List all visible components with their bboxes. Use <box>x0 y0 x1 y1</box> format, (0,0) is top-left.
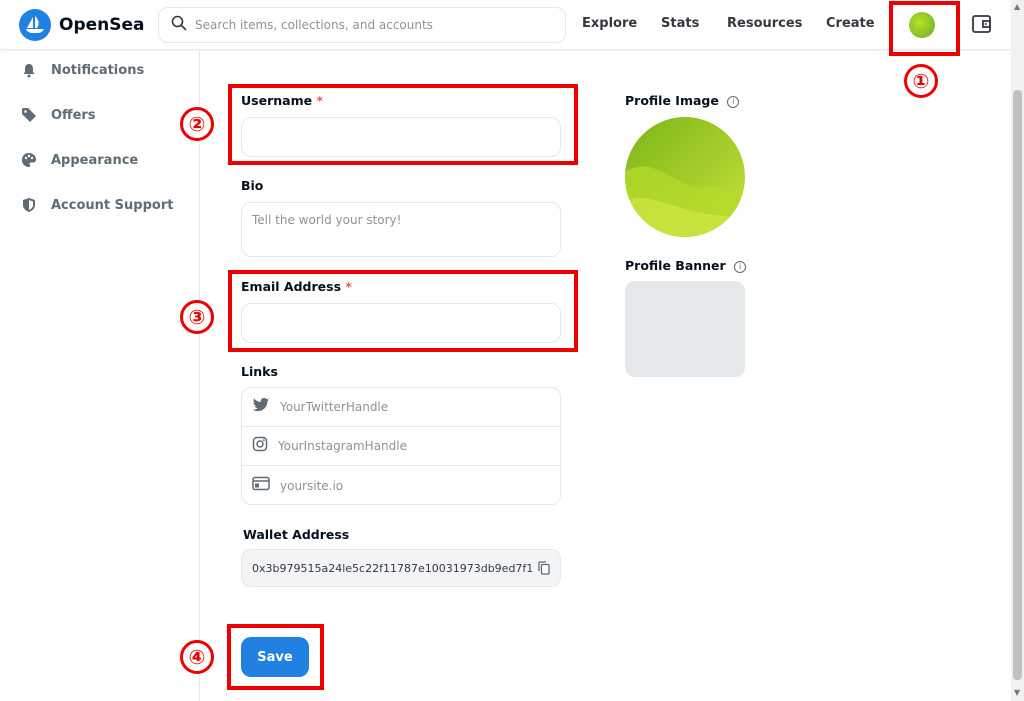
profile-image-label: Profile Image i <box>625 93 740 108</box>
nav-create[interactable]: Create <box>826 16 875 31</box>
annotation-number-4: ④ <box>180 640 214 674</box>
top-header: OpenSea Explore Stats Resources Create <box>0 0 1011 50</box>
scroll-up-arrow-icon[interactable]: ▲ <box>1014 2 1020 11</box>
link-row-website <box>242 466 560 505</box>
bell-icon <box>20 61 38 79</box>
sidebar-item-label: Offers <box>51 107 96 123</box>
sidebar-item-label: Appearance <box>51 152 139 168</box>
page-scrollbar[interactable]: ▲ ▼ <box>1011 0 1024 701</box>
wallet-address-label: Wallet Address <box>243 527 350 542</box>
instagram-handle-input[interactable] <box>278 439 538 453</box>
palette-icon <box>20 151 38 169</box>
instagram-icon <box>252 436 268 456</box>
sidebar-item-appearance[interactable]: Appearance <box>20 151 138 169</box>
sidebar-item-account-support[interactable]: Account Support <box>20 196 173 214</box>
info-icon[interactable]: i <box>727 95 740 108</box>
search-input[interactable] <box>195 18 555 32</box>
tag-icon <box>20 106 38 124</box>
settings-sidebar: Notifications Offers Appearance Account … <box>0 51 200 701</box>
sidebar-item-offers[interactable]: Offers <box>20 106 96 124</box>
shield-icon <box>20 196 38 214</box>
sidebar-item-notifications[interactable]: Notifications <box>20 61 144 79</box>
profile-banner-label-text: Profile Banner <box>625 258 726 273</box>
bio-field[interactable] <box>241 202 561 257</box>
wallet-address-field: 0x3b979515a24le5c22f11787e10031973db9ed7… <box>241 549 561 587</box>
annotation-box-2 <box>228 84 578 165</box>
twitter-icon <box>252 397 270 417</box>
sidebar-item-label: Account Support <box>51 197 174 213</box>
annotation-box-3 <box>228 270 578 352</box>
nav-explore[interactable]: Explore <box>582 16 637 31</box>
annotation-box-4 <box>227 624 324 690</box>
sidebar-item-label: Notifications <box>51 62 145 78</box>
annotation-box-1 <box>889 1 960 56</box>
wallet-address-value: 0x3b979515a24le5c22f11787e10031973db9ed7… <box>252 561 534 575</box>
search-icon <box>171 15 187 35</box>
annotation-number-1: ① <box>904 64 938 98</box>
links-group <box>241 387 561 505</box>
profile-banner-upload[interactable] <box>625 281 745 377</box>
annotation-number-2: ② <box>180 107 214 141</box>
annotation-number-3: ③ <box>180 300 214 334</box>
profile-image-label-text: Profile Image <box>625 93 719 108</box>
opensea-logo[interactable]: OpenSea <box>19 9 145 41</box>
bio-label: Bio <box>241 178 264 193</box>
brand-name: OpenSea <box>59 15 145 35</box>
scroll-down-arrow-icon[interactable]: ▼ <box>1014 688 1020 697</box>
twitter-handle-input[interactable] <box>280 400 540 414</box>
wallet-icon[interactable] <box>971 13 993 39</box>
copy-icon[interactable] <box>538 561 550 578</box>
nav-resources[interactable]: Resources <box>727 16 802 31</box>
website-input[interactable] <box>280 478 540 493</box>
link-row-instagram <box>242 427 560 466</box>
profile-image-upload[interactable] <box>625 117 745 237</box>
info-icon[interactable]: i <box>734 260 747 273</box>
opensea-logo-icon <box>19 9 51 41</box>
scrollbar-thumb[interactable] <box>1013 90 1022 680</box>
links-label: Links <box>241 364 278 379</box>
profile-banner-label: Profile Banner i <box>625 258 747 273</box>
link-row-twitter <box>242 388 560 427</box>
search-bar[interactable] <box>158 7 566 43</box>
nav-stats[interactable]: Stats <box>661 16 699 31</box>
website-icon <box>252 476 270 495</box>
